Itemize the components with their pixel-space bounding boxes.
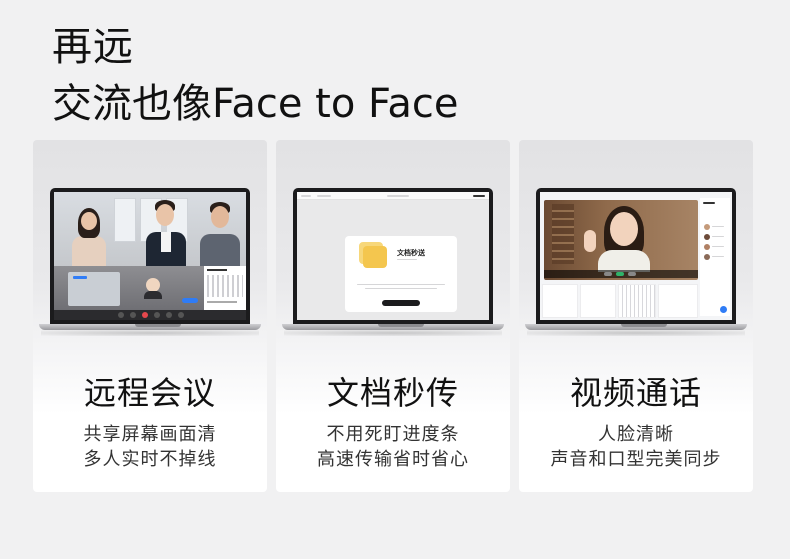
document-screen: 文档秒送 xyxy=(297,192,489,320)
card-subtitle-line-2: 声音和口型完美同步 xyxy=(550,449,722,470)
feature-card-meeting: 远程会议 共享屏幕画面清 多人实时不掉线 xyxy=(33,140,267,492)
laptop-mockup xyxy=(39,188,261,336)
card-title: 文档秒传 xyxy=(326,374,459,412)
headline-line-1: 再远 xyxy=(52,24,134,70)
feature-card-video-call: 视频通话 人脸清晰 声音和口型完美同步 xyxy=(519,140,753,492)
card-subtitle-line-1: 不用死盯进度条 xyxy=(326,424,460,445)
headline-line-2: 交流也像Face to Face xyxy=(52,81,459,127)
feature-card-document: 文档秒送 文档秒传 不用死盯进度条 高速传输省时省心 xyxy=(276,140,510,492)
card-title: 视频通话 xyxy=(569,374,702,412)
card-title: 远程会议 xyxy=(83,374,216,412)
transfer-button[interactable] xyxy=(382,300,420,306)
dialog-title: 文档秒送 xyxy=(397,249,425,257)
transfer-dialog: 文档秒送 xyxy=(345,236,457,312)
laptop-mockup xyxy=(525,188,747,336)
video-call-screen xyxy=(540,192,732,320)
card-subtitle-line-2: 高速传输省时省心 xyxy=(317,449,469,470)
card-subtitle-line-2: 多人实时不掉线 xyxy=(83,449,217,470)
video-feed xyxy=(544,200,698,280)
card-subtitle-line-1: 人脸清晰 xyxy=(598,424,674,445)
meeting-screen xyxy=(54,192,246,320)
card-subtitle-line-1: 共享屏幕画面清 xyxy=(83,424,217,445)
laptop-mockup: 文档秒送 xyxy=(282,188,504,336)
